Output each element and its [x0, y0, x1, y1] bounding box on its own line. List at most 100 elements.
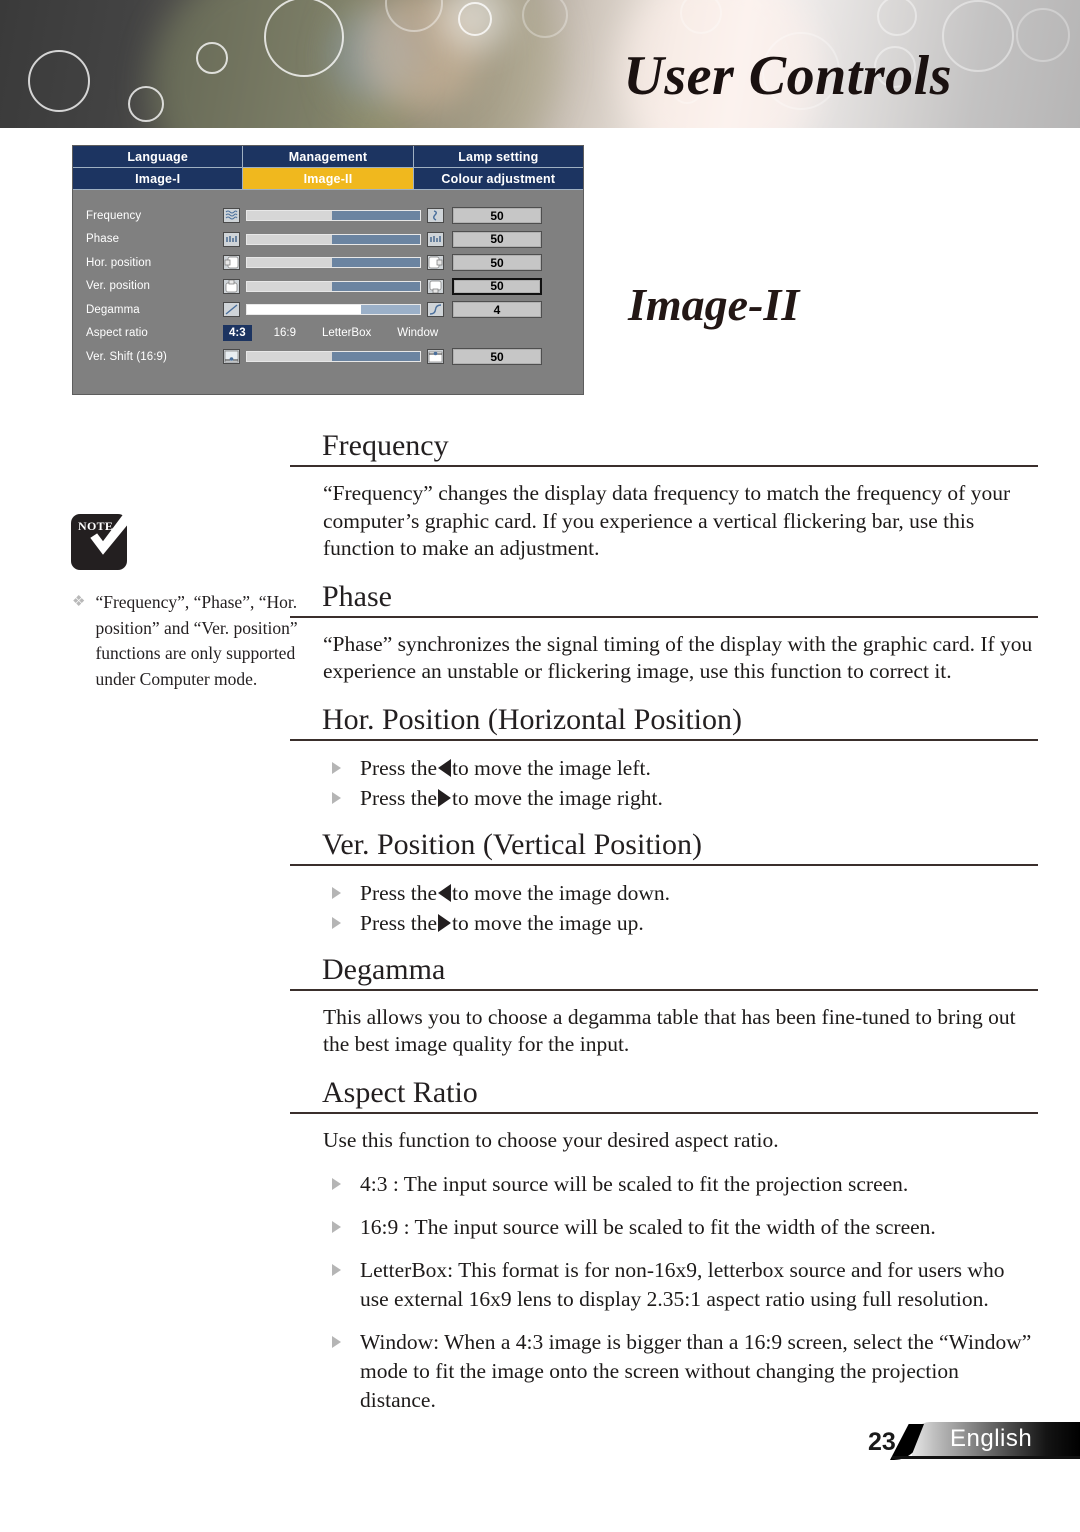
- section-aspect-ratio: Aspect Ratio Use this function to choose…: [290, 1075, 1038, 1416]
- section-ver-position: Ver. Position (Vertical Position) Press …: [290, 827, 1038, 938]
- list-item-text: LetterBox: This format is for non-16x9, …: [360, 1258, 1005, 1311]
- arrow-right-icon: [438, 913, 452, 932]
- list-item: 16:9 : The input source will be scaled t…: [332, 1213, 1038, 1242]
- osd-label-aspect-ratio: Aspect ratio: [86, 327, 148, 340]
- page-footer: 23 English: [868, 1422, 1080, 1462]
- list-item-text: Window: When a 4:3 image is bigger than …: [360, 1330, 1032, 1412]
- decorative-circle-2: [128, 86, 164, 122]
- main-content: Frequency “Frequency” changes the displa…: [290, 428, 1038, 1429]
- osd-tab-image-i[interactable]: Image-I: [73, 168, 244, 190]
- section-frequency: Frequency “Frequency” changes the displa…: [290, 428, 1038, 563]
- list-item: Press the to move the image right.: [332, 784, 1038, 813]
- press-action: to move the image right.: [452, 785, 663, 810]
- degamma-icon: [223, 302, 240, 318]
- checkmark-icon: [90, 509, 141, 555]
- note-text: “Frequency”, “Phase”, “Hor. position” an…: [95, 592, 298, 689]
- section-hor-position: Hor. Position (Horizontal Position) Pres…: [290, 702, 1038, 813]
- osd-value-frequency[interactable]: 50: [452, 207, 542, 225]
- osd-tab-bar: Language Management Lamp setting Image-I…: [73, 146, 583, 190]
- osd-tab-language[interactable]: Language: [73, 146, 244, 168]
- list-item-text: 16:9 : The input source will be scaled t…: [360, 1215, 936, 1239]
- osd-aspect-option-4-3[interactable]: 4:3: [223, 325, 252, 342]
- osd-tab-lamp-setting[interactable]: Lamp setting: [413, 146, 583, 168]
- decorative-circle-6: [458, 2, 492, 36]
- heading-frequency: Frequency: [290, 428, 1038, 467]
- bullet-triangle-icon: [332, 1336, 341, 1348]
- ver-shift-value-icon: [427, 349, 444, 365]
- osd-slider-frequency[interactable]: [246, 210, 421, 222]
- heading-hor-position: Hor. Position (Horizontal Position): [290, 702, 1038, 741]
- page-header-title: User Controls: [623, 45, 952, 107]
- osd-row-degamma: Degamma 4: [73, 298, 583, 322]
- page-title: Image-II: [628, 279, 800, 330]
- note-bullet-icon: ❖: [72, 594, 86, 610]
- bullet-triangle-icon: [332, 791, 341, 804]
- degamma-value-icon: [427, 302, 444, 318]
- osd-aspect-options: 4:3 16:9 LetterBox Window: [223, 325, 583, 342]
- osd-menu: Language Management Lamp setting Image-I…: [72, 145, 584, 395]
- ver-shift-icon: [223, 349, 240, 365]
- osd-slider-hor-position[interactable]: [246, 257, 421, 269]
- bullet-triangle-icon: [332, 761, 341, 774]
- osd-aspect-option-letterbox[interactable]: LetterBox: [318, 326, 375, 340]
- body-frequency: “Frequency” changes the display data fre…: [323, 481, 1011, 560]
- heading-ver-position: Ver. Position (Vertical Position): [290, 827, 1038, 866]
- decorative-circle-8: [680, 0, 722, 34]
- decorative-circle-7: [522, 0, 568, 38]
- decorative-circle-5: [385, 0, 443, 32]
- hor-position-icon: [223, 255, 240, 271]
- osd-tab-colour-adjustment[interactable]: Colour adjustment: [413, 168, 583, 190]
- osd-value-ver-shift[interactable]: 50: [452, 348, 542, 366]
- arrow-left-icon: [438, 758, 452, 777]
- list-hor-position: Press the to move the image left. Press t…: [290, 754, 1038, 813]
- osd-value-degamma[interactable]: 4: [452, 301, 542, 319]
- osd-row-ver-shift: Ver. Shift (16:9) 50: [73, 345, 583, 369]
- bullet-triangle-icon: [332, 1221, 341, 1233]
- osd-label-frequency: Frequency: [86, 209, 142, 222]
- body-aspect-ratio: Use this function to choose your desired…: [323, 1127, 779, 1152]
- bullet-triangle-icon: [332, 1264, 341, 1276]
- note-text-block: ❖ “Frequency”, “Phase”, “Hor. position” …: [72, 590, 300, 692]
- section-phase: Phase “Phase” synchronizes the signal ti…: [290, 579, 1038, 686]
- osd-slider-ver-position[interactable]: [246, 280, 421, 292]
- osd-tab-row-1: Language Management Lamp setting: [73, 146, 583, 168]
- list-item: 4:3 : The input source will be scaled to…: [332, 1170, 1038, 1199]
- osd-value-hor-position[interactable]: 50: [452, 254, 542, 272]
- phase-value-icon: [427, 231, 444, 247]
- press-action: to move the image down.: [452, 880, 670, 905]
- press-label: Press the: [360, 755, 438, 780]
- list-item: Press the to move the image down.: [332, 879, 1038, 908]
- osd-slider-ver-shift[interactable]: [246, 351, 421, 363]
- body-degamma: This allows you to choose a degamma tabl…: [323, 1004, 1016, 1057]
- arrow-right-icon: [438, 788, 452, 807]
- decorative-circle-3: [196, 42, 228, 74]
- osd-aspect-option-window[interactable]: Window: [393, 326, 442, 340]
- decorative-circle-13: [1016, 8, 1070, 62]
- section-degamma: Degamma This allows you to choose a dega…: [290, 952, 1038, 1059]
- page-number: 23: [868, 1428, 896, 1456]
- osd-aspect-option-16-9[interactable]: 16:9: [270, 326, 300, 340]
- press-label: Press the: [360, 910, 438, 935]
- osd-slider-phase[interactable]: [246, 233, 421, 245]
- ver-position-icon: [223, 278, 240, 294]
- osd-label-hor-position: Hor. position: [86, 256, 152, 269]
- press-label: Press the: [360, 785, 438, 810]
- list-item: Press the to move the image left.: [332, 754, 1038, 783]
- osd-label-degamma: Degamma: [86, 303, 140, 316]
- bullet-triangle-icon: [332, 916, 341, 929]
- osd-tab-image-ii[interactable]: Image-II: [243, 168, 414, 190]
- decorative-circle-1: [28, 50, 90, 112]
- list-item: LetterBox: This format is for non-16x9, …: [332, 1256, 1038, 1314]
- press-action: to move the image left.: [452, 755, 651, 780]
- heading-phase: Phase: [290, 579, 1038, 618]
- osd-value-phase[interactable]: 50: [452, 230, 542, 248]
- phase-icon: [223, 231, 240, 247]
- ver-position-value-icon: [427, 278, 444, 294]
- frequency-icon: [223, 208, 240, 224]
- osd-row-aspect-ratio: Aspect ratio 4:3 16:9 LetterBox Window: [73, 322, 583, 346]
- heading-aspect-ratio: Aspect Ratio: [290, 1075, 1038, 1114]
- osd-row-frequency: Frequency 50: [73, 204, 583, 228]
- osd-tab-management[interactable]: Management: [243, 146, 414, 168]
- osd-value-ver-position[interactable]: 50: [452, 277, 542, 295]
- osd-slider-degamma[interactable]: [246, 304, 421, 316]
